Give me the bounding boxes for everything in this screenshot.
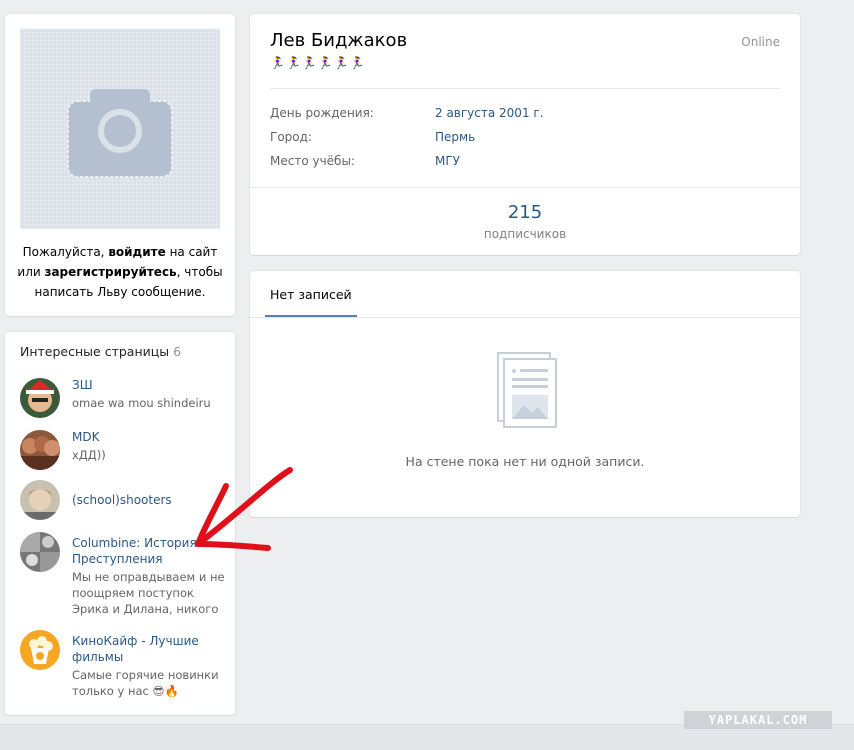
- avatar-icon: [20, 480, 60, 520]
- page-avatar[interactable]: [20, 532, 60, 572]
- page-name[interactable]: Columbine: История Преступления: [72, 535, 227, 567]
- divider: [250, 317, 800, 318]
- page-desc: omae wa mou shindeiru: [72, 396, 211, 410]
- wall-card: Нет записей На стене пока нет ни одной з…: [250, 271, 800, 517]
- info-value-birthday[interactable]: 2 августа 2001 г.: [435, 106, 544, 120]
- interesting-pages-header[interactable]: Интересные страницы 6: [20, 344, 181, 359]
- page-name[interactable]: ЗШ: [72, 377, 227, 393]
- page-name[interactable]: MDK: [72, 429, 227, 445]
- page-item[interactable]: Columbine: История Преступления Мы не оп…: [20, 532, 230, 618]
- tab-no-posts[interactable]: Нет записей: [265, 271, 357, 317]
- wall-empty-message: На стене пока нет ни одной записи.: [405, 454, 645, 469]
- login-prompt-text: Пожалуйста,: [22, 245, 109, 259]
- page-desc: Самые горячие новинки только у нас 😎🔥: [72, 668, 219, 698]
- info-value-school[interactable]: МГУ: [435, 154, 460, 168]
- camera-icon: [67, 89, 173, 178]
- popcorn-icon: [20, 630, 60, 670]
- followers-count[interactable]: 215: [250, 202, 800, 223]
- avatar-icon: [20, 378, 60, 418]
- profile-info-card: Лев Биджаков Online 🏃‍♀️🏃‍♀️🏃‍♀️🏃‍♀️🏃‍♀️…: [250, 14, 800, 255]
- info-label-school: Место учёбы:: [270, 154, 355, 168]
- page-avatar[interactable]: [20, 630, 60, 670]
- empty-wall-icon: [497, 352, 557, 428]
- page-desc: xДД)): [72, 448, 106, 462]
- page-avatar[interactable]: [20, 430, 60, 470]
- page-avatar[interactable]: [20, 378, 60, 418]
- avatar-icon: [20, 532, 60, 572]
- page-item[interactable]: MDK xДД)): [20, 430, 230, 470]
- page-name[interactable]: КиноКайф - Лучшие фильмы: [72, 633, 227, 665]
- interesting-pages-card: Интересные страницы 6 ЗШ omae wa mou shin…: [5, 332, 235, 715]
- page-avatar[interactable]: [20, 480, 60, 520]
- login-link[interactable]: войдите: [108, 245, 165, 259]
- register-link[interactable]: зарегистрируйтесь: [44, 265, 176, 279]
- page-item[interactable]: КиноКайф - Лучшие фильмы Самые горячие н…: [20, 630, 230, 700]
- page-item[interactable]: (school)shooters: [20, 480, 230, 520]
- followers-label[interactable]: подписчиков: [250, 227, 800, 241]
- info-label-city: Город:: [270, 130, 312, 144]
- divider: [250, 187, 800, 188]
- info-value-city[interactable]: Пермь: [435, 130, 475, 144]
- avatar-icon: [20, 430, 60, 470]
- page-desc: Мы не оправдываем и не поощряем поступок…: [72, 570, 225, 616]
- page-item[interactable]: ЗШ omae wa mou shindeiru: [20, 378, 230, 418]
- login-prompt: Пожалуйста, войдите на сайт или зарегист…: [15, 242, 225, 302]
- info-label-birthday: День рождения:: [270, 106, 374, 120]
- interesting-pages-title: Интересные страницы: [20, 344, 170, 359]
- profile-photo-placeholder[interactable]: [20, 29, 220, 229]
- page-name[interactable]: (school)shooters: [72, 492, 227, 508]
- online-status: Online: [741, 35, 780, 49]
- interesting-pages-count: 6: [173, 344, 182, 359]
- divider: [270, 88, 780, 89]
- avatar-card: Пожалуйста, войдите на сайт или зарегист…: [5, 14, 235, 316]
- profile-status-emoji: 🏃‍♀️🏃‍♀️🏃‍♀️🏃‍♀️🏃‍♀️🏃‍♀️: [270, 56, 366, 70]
- watermark: YAPLAKAL.COM: [684, 711, 832, 729]
- profile-name: Лев Биджаков: [270, 30, 408, 51]
